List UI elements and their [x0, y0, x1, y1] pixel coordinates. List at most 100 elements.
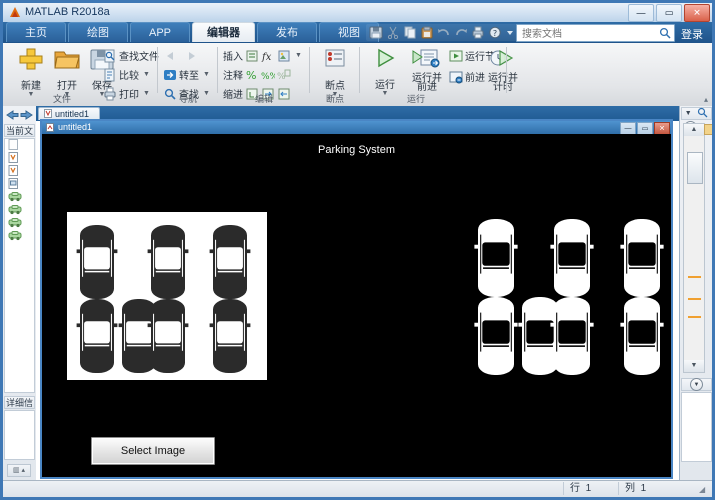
- file-list-item[interactable]: [5, 164, 34, 179]
- print-icon[interactable]: [470, 25, 486, 40]
- analyzer-mark[interactable]: [688, 316, 701, 318]
- figure-maximize-icon: ▭: [641, 125, 649, 132]
- file-list[interactable]: [4, 138, 35, 393]
- input-parking-image: [67, 212, 267, 380]
- file-list-item[interactable]: [5, 230, 34, 243]
- advance-icon: [449, 70, 463, 84]
- run-section-icon: [449, 49, 463, 63]
- ribbon-group-run: 运行 ▼ 运行并 前进 运行节 前进 运行并 计时 运行: [361, 43, 518, 106]
- file-list-item[interactable]: [5, 151, 34, 166]
- status-bar: 行 1 列 1 ◢: [3, 480, 712, 497]
- fx-icon[interactable]: fx: [261, 49, 275, 63]
- uncomment-icon[interactable]: %%: [261, 68, 279, 82]
- back-button[interactable]: [163, 48, 177, 63]
- editor-scrollbar[interactable]: ▲ ▼: [683, 123, 705, 373]
- compare-button[interactable]: 比较 ▼: [103, 67, 150, 82]
- minimize-button[interactable]: —: [628, 4, 654, 22]
- maximize-icon: ▭: [664, 7, 674, 18]
- insert-block-icon[interactable]: [245, 49, 259, 63]
- find-files-button[interactable]: 查找文件: [103, 48, 159, 63]
- run-advance-button[interactable]: 运行并 前进: [405, 46, 449, 93]
- new-button[interactable]: 新建 ▼: [11, 46, 51, 98]
- blank-file-icon: [8, 139, 19, 153]
- open-button[interactable]: 打开 ▼: [47, 46, 87, 98]
- folder-nav: [5, 108, 34, 122]
- svg-text:%: %: [246, 69, 256, 82]
- analyzer-mark[interactable]: [688, 276, 701, 278]
- comment-label: 注释: [223, 71, 243, 82]
- copy-icon[interactable]: [402, 25, 418, 40]
- compare-label: 比较: [119, 71, 139, 82]
- search-box[interactable]: [516, 24, 675, 43]
- status-row-value: 1: [585, 483, 592, 494]
- print-dropdown-icon[interactable]: ▼: [143, 90, 150, 97]
- resize-grip[interactable]: ▥ ▴: [7, 464, 31, 477]
- compare-dropdown-icon[interactable]: ▼: [143, 71, 150, 78]
- car-image-icon: [8, 230, 22, 244]
- car-image-icon: [8, 204, 22, 218]
- wrap-comment-icon[interactable]: %: [277, 68, 291, 82]
- file-list-item[interactable]: [5, 217, 34, 230]
- file-list-item[interactable]: [5, 177, 34, 192]
- details-body: [4, 410, 35, 460]
- forward-button[interactable]: [185, 48, 199, 63]
- advance-button[interactable]: 前进: [449, 69, 485, 84]
- m-file-icon: [8, 164, 19, 179]
- run-button-label: 运行: [375, 80, 395, 91]
- maximize-button[interactable]: ▭: [656, 4, 682, 22]
- insert-button[interactable]: 插入 fx ▼: [223, 48, 302, 63]
- analyzer-status-indicator[interactable]: [704, 124, 712, 135]
- ribbon-divider-3: [309, 47, 310, 93]
- ribbon-divider: [157, 47, 158, 93]
- save-icon[interactable]: [368, 25, 384, 40]
- svg-text:?: ?: [493, 29, 497, 38]
- undo-icon[interactable]: [436, 25, 452, 40]
- ribbon-tab-1[interactable]: 绘图: [68, 22, 128, 42]
- analyzer-mark[interactable]: [688, 298, 701, 300]
- goto-dropdown-icon[interactable]: ▼: [203, 71, 210, 78]
- figure-window: untitled1 — ▭ ✕ Parking System Select Im…: [40, 119, 673, 479]
- breakpoint-button[interactable]: 断点 ▼: [315, 46, 355, 98]
- file-list-item[interactable]: [5, 204, 34, 217]
- run-time-button[interactable]: 运行并 计时: [481, 46, 525, 93]
- ribbon-collapse-icon[interactable]: ▴: [704, 95, 708, 104]
- help-icon[interactable]: ?: [487, 25, 503, 40]
- scroll-thumb[interactable]: [687, 152, 703, 184]
- magnifier-icon[interactable]: [697, 107, 708, 121]
- document-tab-label: untitled1: [55, 109, 90, 119]
- ribbon-group-edit-label: 编辑: [254, 94, 273, 104]
- ribbon-tab-strip: 主页 绘图 APP 编辑器 发布 视图 ? 搜索文档 登录: [3, 22, 712, 44]
- ribbon-group-breakpoints-label: 断点: [325, 94, 344, 104]
- m-file-icon: [8, 151, 19, 166]
- collapse-icon-2[interactable]: ▼: [690, 378, 703, 391]
- status-resize-grip[interactable]: ◢: [699, 485, 710, 496]
- search-input[interactable]: [520, 25, 656, 43]
- file-list-item[interactable]: [5, 139, 34, 152]
- select-image-button[interactable]: Select Image: [91, 437, 215, 465]
- fig-file-icon: [8, 177, 19, 192]
- insert-dropdown-icon[interactable]: ▼: [295, 52, 302, 59]
- ribbon-tab-4[interactable]: 发布: [257, 22, 317, 42]
- insert-image-icon[interactable]: [277, 49, 291, 63]
- paste-icon[interactable]: [419, 25, 435, 40]
- figure-title-bar: untitled1 — ▭ ✕: [42, 121, 671, 135]
- scroll-up-button[interactable]: ▲: [684, 124, 704, 136]
- comment-percent-icon[interactable]: %: [245, 68, 259, 82]
- scroll-down-button[interactable]: ▼: [684, 360, 704, 372]
- run-button[interactable]: 运行 ▼: [365, 46, 405, 97]
- login-button[interactable]: 登录: [681, 26, 703, 42]
- chevron-down-icon[interactable]: ▼: [685, 110, 692, 117]
- ribbon-divider-5: [506, 47, 507, 93]
- close-button[interactable]: ✕: [684, 4, 710, 22]
- ribbon-tab-0[interactable]: 主页: [6, 22, 66, 42]
- comment-button[interactable]: 注释 % %% %: [223, 67, 291, 82]
- ribbon-tab-3[interactable]: 编辑器: [192, 22, 255, 42]
- goto-button[interactable]: 转至 ▼: [163, 67, 210, 82]
- search-icon[interactable]: [659, 27, 671, 42]
- ribbon-group-file-label: 文件: [52, 94, 71, 104]
- ribbon-tab-2[interactable]: APP: [130, 22, 190, 42]
- editor-text-area[interactable]: untitled1 — ▭ ✕ Parking System Select Im…: [36, 119, 679, 481]
- file-list-item[interactable]: [5, 191, 34, 204]
- redo-icon[interactable]: [453, 25, 469, 40]
- cut-icon[interactable]: [385, 25, 401, 40]
